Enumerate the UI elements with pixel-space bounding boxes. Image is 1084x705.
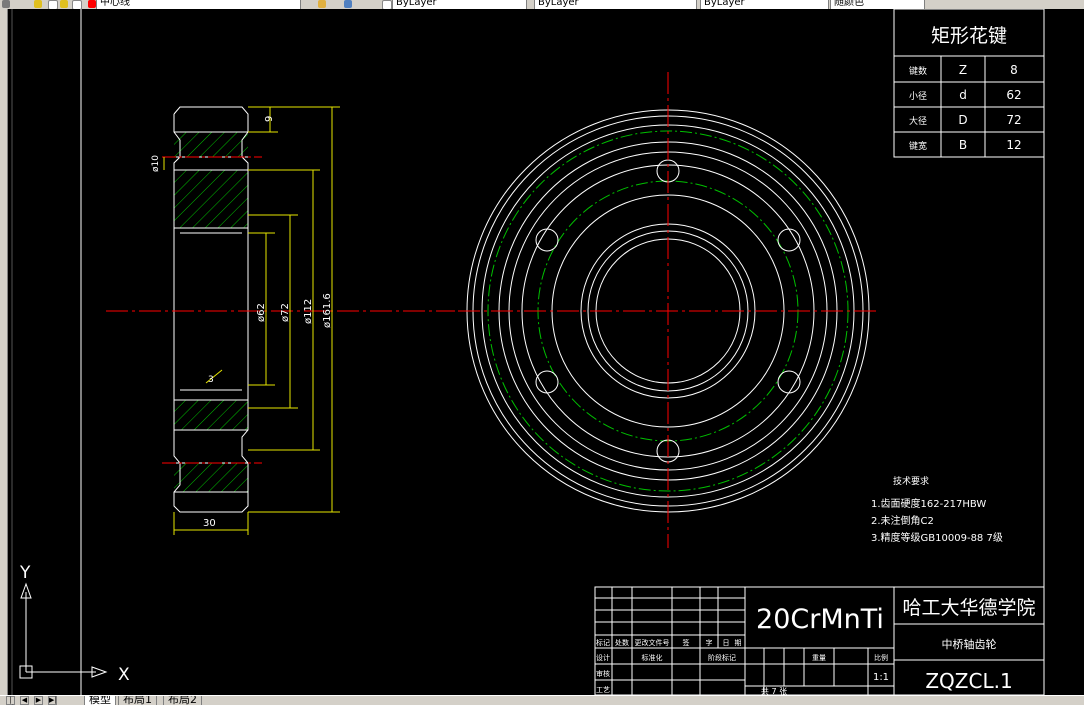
spline-row-value: 62 — [1006, 88, 1021, 102]
tb-period-label: 期 — [735, 639, 742, 647]
ucs-y-label: Y — [19, 563, 31, 583]
tb-day-label: 日 — [723, 639, 730, 647]
tech-notes-title: 技术要求 — [893, 475, 929, 487]
spline-row-label: 键数 — [909, 65, 927, 77]
chamfer-label: 3 — [208, 375, 214, 385]
tb-review-label: 审核 — [596, 669, 610, 678]
tech-notes: 技术要求 1.齿面硬度162-217HBW 2.未注倒角C2 3.精度等级GB1… — [871, 475, 1003, 544]
drawing-svg: 矩形花键 键数 Z 8 小径 d 62 大径 D 72 键宽 B 12 9 ø1… — [11, 9, 1045, 695]
tb-stage-label: 阶段标记 — [708, 653, 736, 662]
ucs-icon: Y X — [19, 563, 130, 685]
tb-sheet-label: 共 7 张 — [761, 687, 787, 695]
dim-112-label: ø112 — [303, 299, 314, 324]
spline-row-value: 8 — [1010, 63, 1018, 77]
part-name-label: 中桥轴齿轮 — [942, 637, 997, 651]
tb-process-label: 工艺 — [596, 686, 610, 694]
material-label: 20CrMnTi — [756, 604, 884, 635]
tb-char-label: 字 — [706, 638, 713, 647]
tb-sign-label: 签 — [683, 638, 690, 647]
red-swatch-icon — [88, 0, 96, 8]
tb-design-label: 设计 — [596, 653, 610, 662]
tech-note-line: 1.齿面硬度162-217HBW — [871, 497, 986, 510]
dim-10-label: ø10 — [151, 155, 161, 172]
spline-row-value: 12 — [1006, 138, 1021, 152]
dim-161-label: ø161.6 — [322, 293, 333, 328]
spline-table: 矩形花键 键数 Z 8 小径 d 62 大径 D 72 键宽 B 12 — [893, 9, 1045, 158]
spline-row-label: 小径 — [909, 90, 927, 102]
layer-icon[interactable] — [2, 0, 10, 8]
dim-30-label: 30 — [203, 518, 216, 529]
tech-note-line: 2.未注倒角C2 — [871, 514, 934, 527]
tech-note-line: 3.精度等级GB10009-88 7级 — [871, 531, 1003, 544]
front-view — [458, 72, 880, 548]
spline-row-symbol: D — [958, 113, 967, 127]
school-label: 哈工大华德学院 — [902, 597, 1035, 619]
spline-row-symbol: B — [959, 138, 967, 152]
ucs-x-label: X — [118, 665, 130, 685]
spline-row-label: 键宽 — [909, 140, 927, 152]
spline-row-value: 72 — [1006, 113, 1021, 127]
dim-72-label: ø72 — [280, 303, 291, 322]
layer-previous-icon[interactable] — [344, 0, 352, 8]
side-toolbar — [0, 9, 8, 695]
section-view: 9 ø10 ø62 ø72 ø112 ø161.6 30 3 — [106, 106, 455, 535]
tb-count-label: 处数 — [615, 638, 629, 647]
sun-icon[interactable] — [34, 0, 42, 8]
dim-62-label: ø62 — [256, 303, 267, 322]
tb-ratio-label: 比例 — [874, 653, 888, 662]
spline-table-title: 矩形花键 — [931, 25, 1007, 47]
scale-label: 1:1 — [873, 672, 889, 683]
tb-standard-label: 标准化 — [642, 653, 663, 662]
lock-icon[interactable] — [60, 0, 68, 8]
tb-weight-label: 重量 — [812, 654, 826, 662]
spline-row-symbol: d — [959, 88, 967, 102]
drawing-canvas[interactable]: 矩形花键 键数 Z 8 小径 d 62 大径 D 72 键宽 B 12 9 ø1… — [0, 9, 1084, 695]
dim-9-label: 9 — [264, 116, 275, 122]
tb-change-label: 更改文件号 — [635, 638, 670, 647]
drawing-number-label: ZQZCL.1 — [925, 669, 1012, 693]
spline-row-label: 大径 — [909, 115, 927, 127]
make-current-icon[interactable] — [318, 0, 326, 8]
tb-mark-label: 标记 — [596, 638, 610, 647]
spline-row-symbol: Z — [959, 63, 967, 77]
